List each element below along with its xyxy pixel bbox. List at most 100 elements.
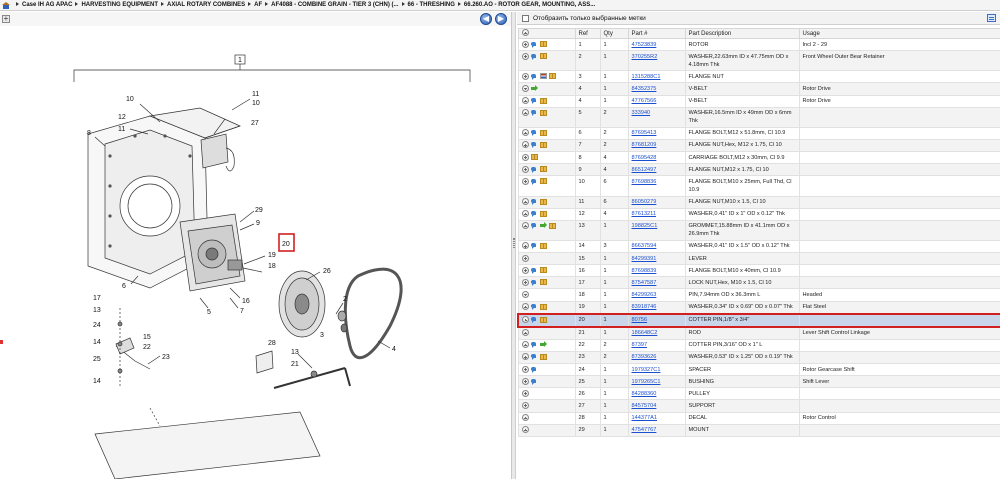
- breadcrumb-item[interactable]: AF: [254, 2, 262, 8]
- add-to-cart-icon[interactable]: [521, 341, 529, 349]
- replacement-arrow-icon[interactable]: [539, 222, 547, 229]
- table-row[interactable]: 29 1 47547767 MOUNT: [517, 423, 1000, 437]
- part-number-link[interactable]: 47523839: [632, 42, 657, 48]
- column-header[interactable]: Usage: [798, 28, 1000, 39]
- part-number-link[interactable]: 84575704: [632, 403, 657, 409]
- part-number-link[interactable]: 87613211: [632, 211, 656, 217]
- info-icon[interactable]: [530, 222, 538, 230]
- add-to-cart-icon[interactable]: [521, 72, 529, 80]
- add-to-cart-icon[interactable]: [521, 414, 529, 421]
- table-row[interactable]: 27 1 84575704 SUPPORT: [517, 399, 1000, 413]
- add-to-cart-icon[interactable]: [521, 266, 529, 274]
- breadcrumb-item[interactable]: 66 - THRESHING: [408, 2, 455, 8]
- info-icon[interactable]: [530, 242, 538, 250]
- add-to-cart-icon[interactable]: [521, 353, 529, 361]
- exploded-parts-diagram[interactable]: 1 10 11 10 27 12 11 8 29 9 20 19 18 26 2…: [0, 26, 511, 479]
- part-number-link[interactable]: 87698836: [632, 179, 657, 185]
- table-row[interactable]: 28 1 144377A1 DECAL Rotor Control: [517, 411, 1000, 425]
- breadcrumb-item[interactable]: AXIAL ROTARY COMBINES: [167, 2, 245, 8]
- package-icon[interactable]: [539, 198, 547, 205]
- add-to-cart-icon[interactable]: [521, 141, 529, 149]
- add-to-cart-icon[interactable]: [521, 84, 529, 92]
- package-icon[interactable]: [530, 154, 538, 161]
- add-to-cart-icon[interactable]: [521, 426, 529, 434]
- info-icon[interactable]: [530, 166, 538, 173]
- table-row[interactable]: 3 1 1315288C1 FLANGE NUT: [517, 70, 1000, 84]
- add-to-cart-icon[interactable]: [521, 165, 529, 173]
- table-row[interactable]: 20 1 80756 COTTER PIN,1/8" x 3/4": [517, 312, 1000, 328]
- zoom-in-button[interactable]: +: [2, 15, 10, 23]
- part-number-link[interactable]: 83918746: [632, 304, 657, 310]
- table-row[interactable]: 7 2 87681209 FLANGE NUT,Hex, M12 x 1.75, Cl…: [517, 138, 1000, 153]
- part-number-link[interactable]: 84288360: [632, 391, 657, 397]
- info-icon[interactable]: [530, 141, 538, 149]
- part-number-link[interactable]: 87698839: [632, 268, 657, 274]
- add-to-cart-icon[interactable]: [521, 52, 529, 60]
- part-number-link[interactable]: 84352375: [632, 86, 657, 92]
- info-icon[interactable]: [530, 41, 538, 48]
- table-row[interactable]: 15 1 84299391 LEVER: [517, 252, 1000, 266]
- splitter-grip-icon[interactable]: [513, 238, 515, 248]
- table-row[interactable]: 12 4 87613211 WASHER,0.41" ID x 1" OD x 0.1…: [517, 207, 1000, 221]
- part-number-link[interactable]: 84299263: [632, 292, 657, 298]
- part-number-link[interactable]: 333940: [632, 110, 651, 116]
- breadcrumb-item[interactable]: 66.260.AO - ROTOR GEAR, MOUNTING, ASS...: [464, 2, 595, 8]
- add-to-cart-icon[interactable]: [521, 254, 529, 262]
- home-icon[interactable]: [2, 1, 10, 9]
- add-to-cart-icon[interactable]: [521, 401, 529, 409]
- add-to-cart-icon[interactable]: [521, 278, 529, 286]
- info-icon[interactable]: [530, 267, 538, 274]
- add-to-cart-icon[interactable]: [521, 242, 529, 250]
- info-icon[interactable]: [530, 73, 538, 80]
- table-row[interactable]: 25 1 1979265C1 BUSHING Shift Lever: [517, 375, 1000, 389]
- package-icon[interactable]: [539, 178, 547, 185]
- package-icon[interactable]: [548, 73, 556, 80]
- package-icon[interactable]: [539, 109, 547, 116]
- breadcrumb-item[interactable]: HARVESTING EQUIPMENT: [81, 2, 158, 8]
- info-icon[interactable]: [531, 316, 538, 324]
- table-row[interactable]: 2 1 370255R2 WASHER,22.63mm ID x 47.75mm OD…: [517, 50, 1000, 72]
- add-to-cart-icon[interactable]: [521, 198, 529, 206]
- table-row[interactable]: 24 1 1979327C1 SPACER Rotor Gearcase Shift: [517, 363, 1000, 377]
- part-number-link[interactable]: 1315288C1: [632, 74, 661, 80]
- column-header[interactable]: Qty: [599, 28, 629, 39]
- package-icon[interactable]: [539, 210, 547, 217]
- part-number-link[interactable]: 87681209: [632, 142, 657, 148]
- info-icon[interactable]: [530, 353, 538, 361]
- part-number-link[interactable]: 1979265C1: [632, 379, 661, 385]
- table-row[interactable]: 17 1 87547587 LOCK NUT,Hex, M10 x 1.5, Cl 1…: [517, 276, 1000, 290]
- part-number-link[interactable]: 86512497: [632, 167, 657, 173]
- package-icon[interactable]: [539, 129, 547, 136]
- add-to-cart-icon[interactable]: [521, 177, 529, 185]
- add-to-cart-icon[interactable]: [522, 316, 529, 324]
- info-icon[interactable]: [530, 366, 538, 373]
- add-to-cart-icon[interactable]: [521, 210, 529, 218]
- table-row[interactable]: 4 1 47767566 V-BELT Rotor Drive: [517, 94, 1000, 108]
- table-row[interactable]: 13 1 198825C1 GROMMET,15.88mm ID x 41.1mm O…: [517, 219, 1000, 241]
- replacement-arrow-icon[interactable]: [530, 84, 538, 92]
- part-number-link[interactable]: 87547587: [632, 280, 657, 286]
- table-row[interactable]: 14 3 86637594 WASHER,0.41" ID x 1.5" OD x 0…: [517, 239, 1000, 254]
- breadcrumb-item[interactable]: Case IH AG APAC: [22, 2, 72, 8]
- add-to-cart-icon[interactable]: [521, 303, 529, 311]
- info-icon[interactable]: [530, 97, 538, 105]
- breadcrumb-item[interactable]: AF4088 - COMBINE GRAIN - TIER 3 (CHN) (.…: [271, 2, 398, 8]
- package-icon[interactable]: [539, 353, 547, 360]
- table-row[interactable]: 16 1 87698839 FLANGE BOLT,M10 x 40mm, Cl 10…: [517, 264, 1000, 278]
- back-button[interactable]: ◀: [480, 13, 492, 25]
- table-row[interactable]: 4 1 84352375 V-BELT Rotor Drive: [517, 82, 1000, 96]
- list-options-icon[interactable]: [987, 14, 996, 22]
- column-header[interactable]: Part Description: [684, 28, 800, 39]
- package-icon[interactable]: [539, 166, 547, 173]
- add-to-cart-icon[interactable]: [521, 153, 529, 161]
- table-row[interactable]: 18 1 84299263 PIN,7.94mm OD x 36.3mm L Heade…: [517, 288, 1000, 302]
- add-to-cart-icon[interactable]: [521, 40, 529, 48]
- column-header[interactable]: [517, 28, 576, 39]
- info-icon[interactable]: [530, 210, 538, 218]
- part-number-link[interactable]: 86637594: [632, 243, 657, 249]
- package-icon[interactable]: [539, 53, 547, 60]
- part-number-link[interactable]: 370255R2: [632, 54, 658, 60]
- package-icon[interactable]: [539, 279, 547, 286]
- add-to-cart-icon[interactable]: [521, 129, 529, 137]
- info-icon[interactable]: [530, 109, 538, 117]
